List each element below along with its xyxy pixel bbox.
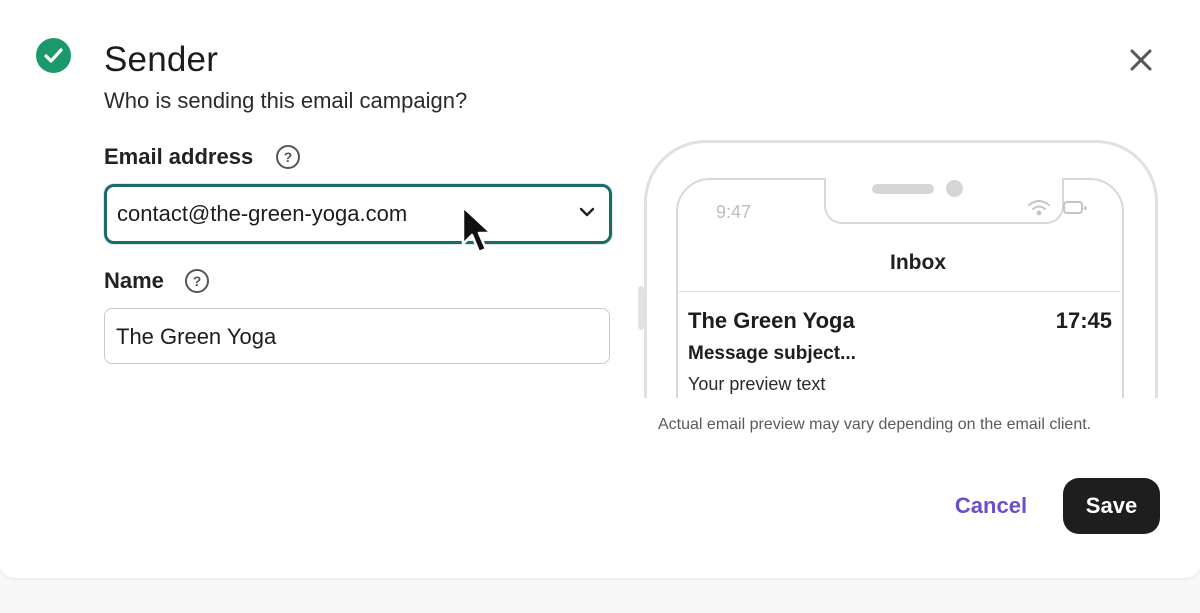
preview-disclaimer: Actual email preview may vary depending … bbox=[658, 416, 1092, 433]
section-title: Sender bbox=[104, 40, 219, 79]
name-input[interactable]: The Green Yoga bbox=[104, 308, 610, 364]
name-help-icon[interactable]: ? bbox=[185, 269, 209, 293]
email-preview: 9:47 Inbox The Green Yoga 17:45 Message … bbox=[636, 136, 1160, 398]
mouse-pointer-icon bbox=[460, 204, 494, 265]
status-bar-time: 9:47 bbox=[716, 202, 752, 222]
name-label: Name bbox=[104, 268, 164, 293]
email-address-select[interactable]: contact@the-green-yoga.com bbox=[104, 184, 612, 244]
check-circle-icon bbox=[36, 38, 71, 73]
divider bbox=[678, 291, 1120, 292]
preview-subject: Message subject... bbox=[688, 343, 856, 364]
wifi-icon bbox=[1028, 200, 1050, 216]
email-address-label: Email address bbox=[104, 144, 254, 169]
email-address-value: contact@the-green-yoga.com bbox=[117, 201, 408, 226]
preview-text: Your preview text bbox=[688, 374, 826, 394]
preview-sender: The Green Yoga bbox=[688, 308, 855, 333]
status-bar-icons bbox=[1028, 198, 1090, 225]
inbox-title: Inbox bbox=[890, 251, 946, 274]
close-icon[interactable] bbox=[1126, 45, 1156, 75]
name-input-value: The Green Yoga bbox=[116, 324, 277, 349]
email-help-icon[interactable]: ? bbox=[276, 145, 300, 169]
page-background bbox=[0, 580, 1200, 613]
save-button[interactable]: Save bbox=[1063, 478, 1160, 534]
sender-panel: Sender Who is sending this email campaig… bbox=[0, 0, 1200, 578]
preview-time: 17:45 bbox=[1055, 308, 1112, 333]
battery-icon bbox=[1063, 201, 1087, 214]
section-subtitle: Who is sending this email campaign? bbox=[104, 88, 468, 113]
camera-icon bbox=[946, 180, 963, 197]
speaker-icon bbox=[872, 184, 934, 194]
chevron-down-icon bbox=[579, 205, 595, 223]
cancel-button[interactable]: Cancel bbox=[940, 478, 1042, 534]
